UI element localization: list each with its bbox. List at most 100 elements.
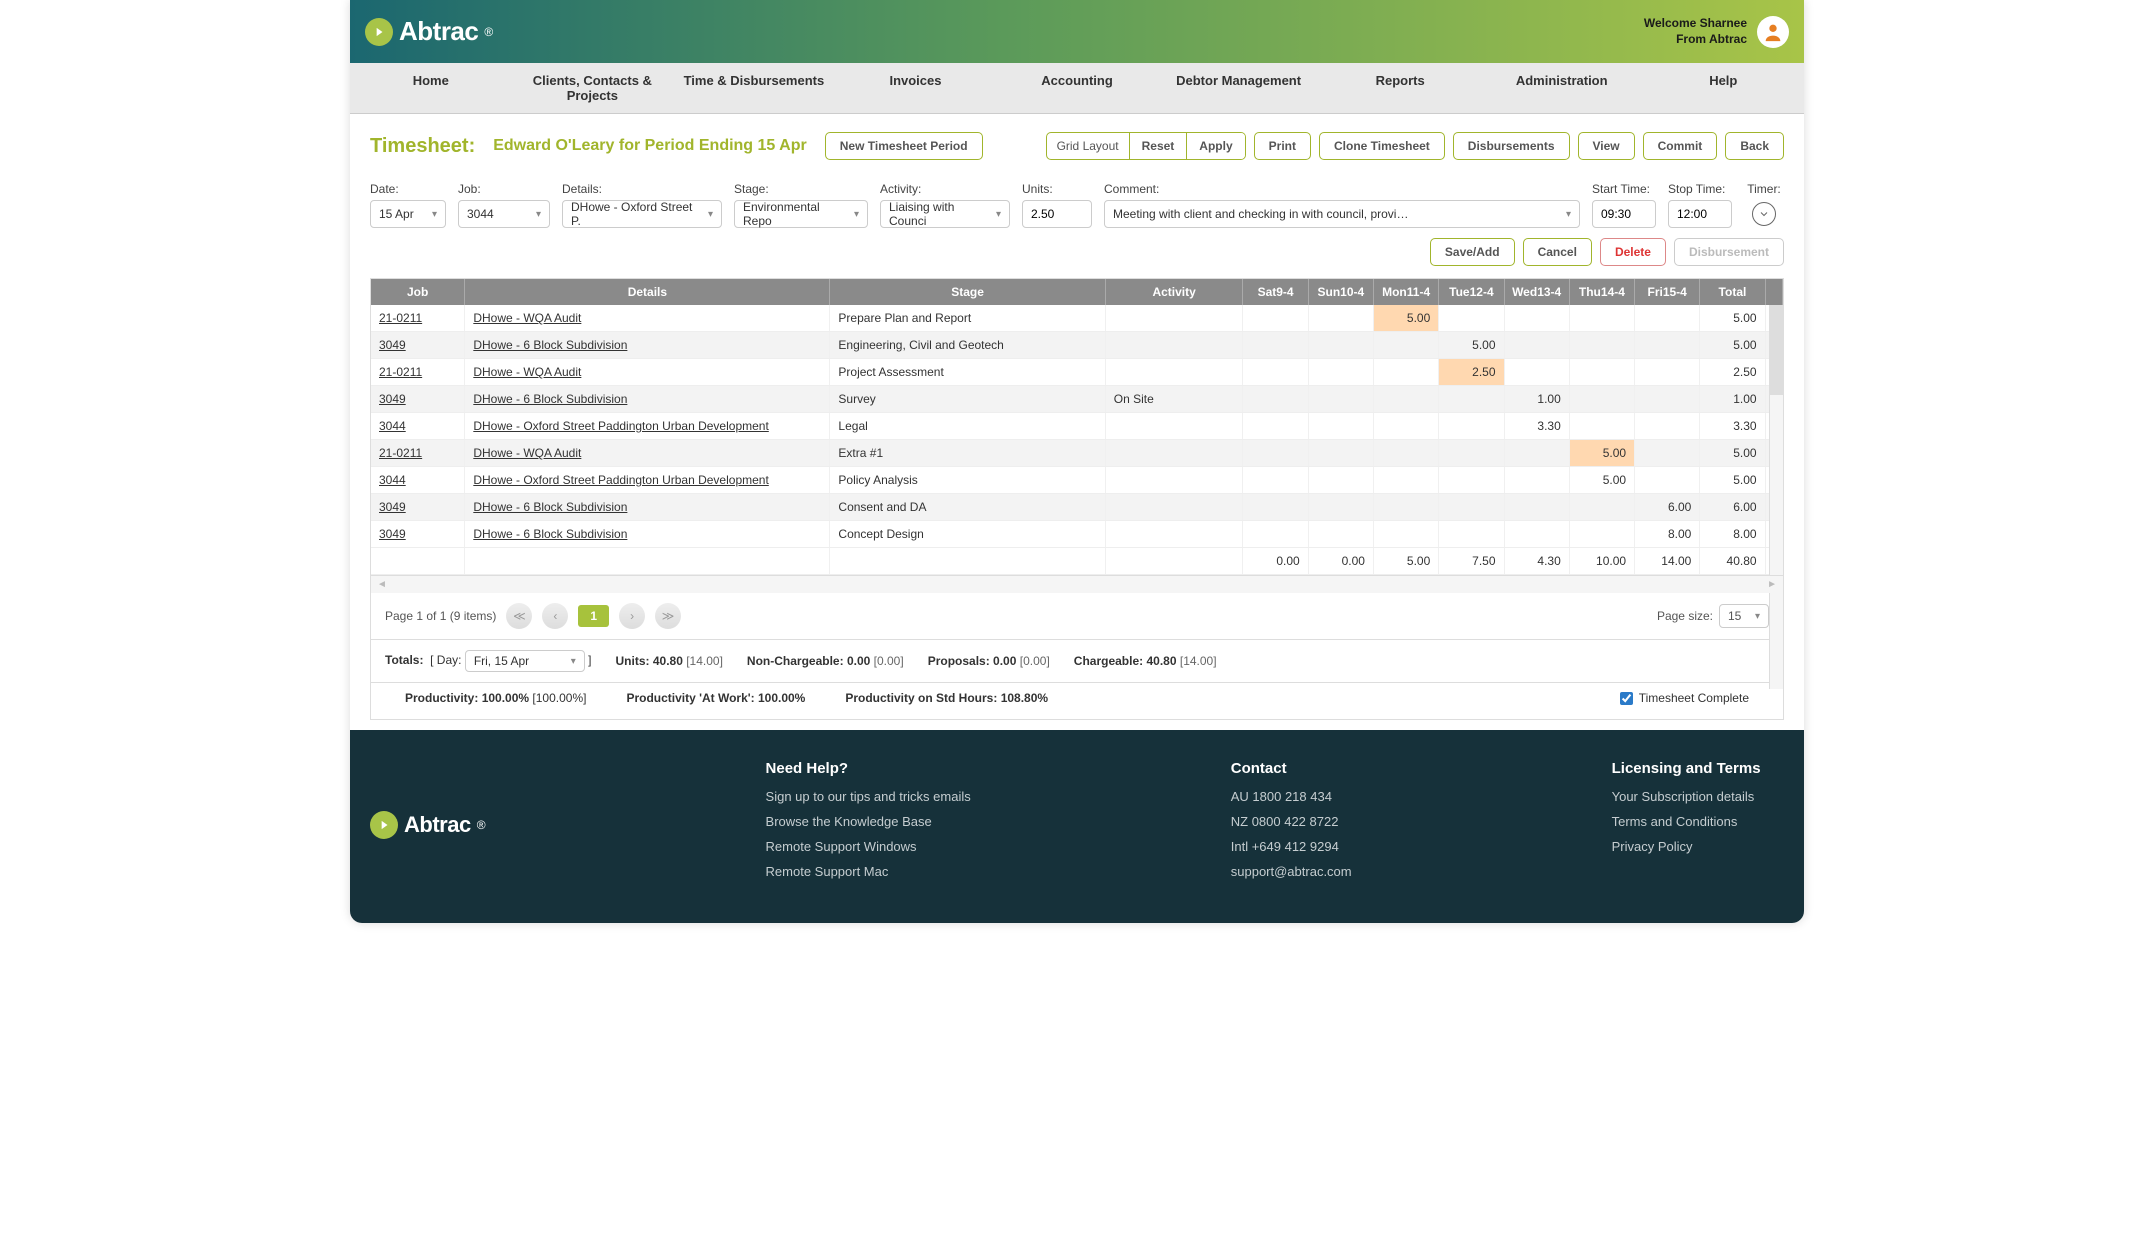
- date-label: Date:: [370, 182, 446, 196]
- table-row[interactable]: 3049DHowe - 6 Block SubdivisionConsent a…: [371, 494, 1783, 521]
- column-header[interactable]: Activity: [1105, 279, 1243, 305]
- job-link[interactable]: 3049: [379, 500, 406, 514]
- pager-current-page[interactable]: 1: [578, 605, 609, 627]
- nav-reports[interactable]: Reports: [1319, 63, 1481, 113]
- new-timesheet-period-button[interactable]: New Timesheet Period: [825, 132, 983, 160]
- column-header[interactable]: Thu14-4: [1569, 279, 1634, 305]
- job-link[interactable]: 3044: [379, 473, 406, 487]
- details-link[interactable]: DHowe - Oxford Street Paddington Urban D…: [473, 473, 768, 487]
- job-link[interactable]: 3049: [379, 392, 406, 406]
- details-link[interactable]: DHowe - WQA Audit: [473, 365, 581, 379]
- details-link[interactable]: DHowe - 6 Block Subdivision: [473, 392, 627, 406]
- brand-logo[interactable]: Abtrac ®: [365, 16, 493, 47]
- column-header[interactable]: [1765, 279, 1782, 305]
- page-size-select[interactable]: 15▾: [1719, 604, 1769, 628]
- pager-prev-icon[interactable]: ‹: [542, 603, 568, 629]
- table-row[interactable]: 21-0211DHowe - WQA AuditPrepare Plan and…: [371, 305, 1783, 332]
- commit-button[interactable]: Commit: [1643, 132, 1718, 160]
- column-header[interactable]: Sun10-4: [1308, 279, 1373, 305]
- column-header[interactable]: Fri15-4: [1635, 279, 1700, 305]
- column-header[interactable]: Job: [371, 279, 465, 305]
- nav-clients-contacts-projects[interactable]: Clients, Contacts & Projects: [512, 63, 674, 113]
- footer-link[interactable]: Sign up to our tips and tricks emails: [766, 789, 971, 804]
- table-row[interactable]: 3049DHowe - 6 Block SubdivisionSurveyOn …: [371, 386, 1783, 413]
- details-link[interactable]: DHowe - WQA Audit: [473, 446, 581, 460]
- column-header[interactable]: Total: [1700, 279, 1765, 305]
- stop-time-input[interactable]: [1668, 200, 1732, 228]
- details-link[interactable]: DHowe - 6 Block Subdivision: [473, 500, 627, 514]
- nav-debtor-management[interactable]: Debtor Management: [1158, 63, 1320, 113]
- start-time-label: Start Time:: [1592, 182, 1656, 196]
- nav-home[interactable]: Home: [350, 63, 512, 113]
- job-link[interactable]: 21-0211: [379, 311, 422, 325]
- column-header[interactable]: Stage: [830, 279, 1105, 305]
- reset-button[interactable]: Reset: [1129, 133, 1187, 159]
- view-button[interactable]: View: [1578, 132, 1635, 160]
- footer-link[interactable]: Browse the Knowledge Base: [766, 814, 971, 829]
- column-header[interactable]: Details: [465, 279, 830, 305]
- details-link[interactable]: DHowe - 6 Block Subdivision: [473, 527, 627, 541]
- pager-last-icon[interactable]: ≫: [655, 603, 681, 629]
- column-header[interactable]: Tue12-4: [1439, 279, 1504, 305]
- logo-icon: [370, 811, 398, 839]
- start-time-input[interactable]: [1592, 200, 1656, 228]
- units-input[interactable]: [1022, 200, 1092, 228]
- column-header[interactable]: Wed13-4: [1504, 279, 1569, 305]
- pager-first-icon[interactable]: ≪: [506, 603, 532, 629]
- job-link[interactable]: 3044: [379, 419, 406, 433]
- job-label: Job:: [458, 182, 550, 196]
- details-link[interactable]: DHowe - Oxford Street Paddington Urban D…: [473, 419, 768, 433]
- vertical-scrollbar[interactable]: [1769, 305, 1783, 689]
- nav-accounting[interactable]: Accounting: [996, 63, 1158, 113]
- avatar-icon[interactable]: [1757, 16, 1789, 48]
- horizontal-scrollbar[interactable]: ◄ ►: [371, 575, 1783, 593]
- table-row[interactable]: 21-0211DHowe - WQA AuditExtra #15.005.00: [371, 440, 1783, 467]
- timesheet-complete-checkbox[interactable]: Timesheet Complete: [1620, 691, 1749, 705]
- footer-link[interactable]: Remote Support Mac: [766, 864, 971, 879]
- stage-select[interactable]: Environmental Repo▾: [734, 200, 868, 228]
- clone-timesheet-button[interactable]: Clone Timesheet: [1319, 132, 1445, 160]
- nav-help[interactable]: Help: [1643, 63, 1805, 113]
- date-select[interactable]: 15 Apr▾: [370, 200, 446, 228]
- job-link[interactable]: 21-0211: [379, 446, 422, 460]
- column-header[interactable]: Sat9-4: [1243, 279, 1308, 305]
- cancel-button[interactable]: Cancel: [1523, 238, 1592, 266]
- activity-select[interactable]: Liaising with Counci▾: [880, 200, 1010, 228]
- table-row[interactable]: 21-0211DHowe - WQA AuditProject Assessme…: [371, 359, 1783, 386]
- timer-icon[interactable]: [1752, 202, 1776, 226]
- job-link[interactable]: 3049: [379, 527, 406, 541]
- footer-logo[interactable]: Abtrac ®: [370, 760, 486, 889]
- apply-button[interactable]: Apply: [1186, 133, 1244, 159]
- table-row[interactable]: 3044 DHowe - Oxford Street Paddington Urb…: [371, 413, 1783, 440]
- nav-administration[interactable]: Administration: [1481, 63, 1643, 113]
- footer-link[interactable]: Your Subscription details: [1612, 789, 1761, 804]
- footer-link[interactable]: Remote Support Windows: [766, 839, 971, 854]
- pager-next-icon[interactable]: ›: [619, 603, 645, 629]
- footer-link[interactable]: Terms and Conditions: [1612, 814, 1761, 829]
- details-link[interactable]: DHowe - WQA Audit: [473, 311, 581, 325]
- footer-link[interactable]: Privacy Policy: [1612, 839, 1761, 854]
- totals-day-select[interactable]: Fri, 15 Apr▾: [465, 650, 585, 672]
- details-link[interactable]: DHowe - 6 Block Subdivision: [473, 338, 627, 352]
- save-add-button[interactable]: Save/Add: [1430, 238, 1515, 266]
- nav-invoices[interactable]: Invoices: [835, 63, 997, 113]
- units-label: Units:: [1022, 182, 1092, 196]
- details-select[interactable]: DHowe - Oxford Street P.▾: [562, 200, 722, 228]
- back-button[interactable]: Back: [1725, 132, 1784, 160]
- table-row[interactable]: 3049DHowe - 6 Block SubdivisionConcept D…: [371, 521, 1783, 548]
- column-header[interactable]: Mon11-4: [1373, 279, 1438, 305]
- comment-select[interactable]: Meeting with client and checking in with…: [1104, 200, 1580, 228]
- delete-button[interactable]: Delete: [1600, 238, 1666, 266]
- disbursements-button[interactable]: Disbursements: [1453, 132, 1570, 160]
- grid-layout-label: Grid Layout: [1047, 133, 1129, 159]
- job-select[interactable]: 3044▾: [458, 200, 550, 228]
- nav-time-disbursements[interactable]: Time & Disbursements: [673, 63, 835, 113]
- table-row[interactable]: 3044 DHowe - Oxford Street Paddington Urb…: [371, 467, 1783, 494]
- job-link[interactable]: 21-0211: [379, 365, 422, 379]
- table-row[interactable]: 3049DHowe - 6 Block SubdivisionEngineeri…: [371, 332, 1783, 359]
- print-button[interactable]: Print: [1254, 132, 1311, 160]
- welcome-line1: Welcome Sharnee: [1644, 16, 1747, 32]
- welcome-line2: From Abtrac: [1644, 32, 1747, 48]
- totals-row: 0.000.005.007.504.3010.0014.0040.80: [371, 548, 1783, 575]
- job-link[interactable]: 3049: [379, 338, 406, 352]
